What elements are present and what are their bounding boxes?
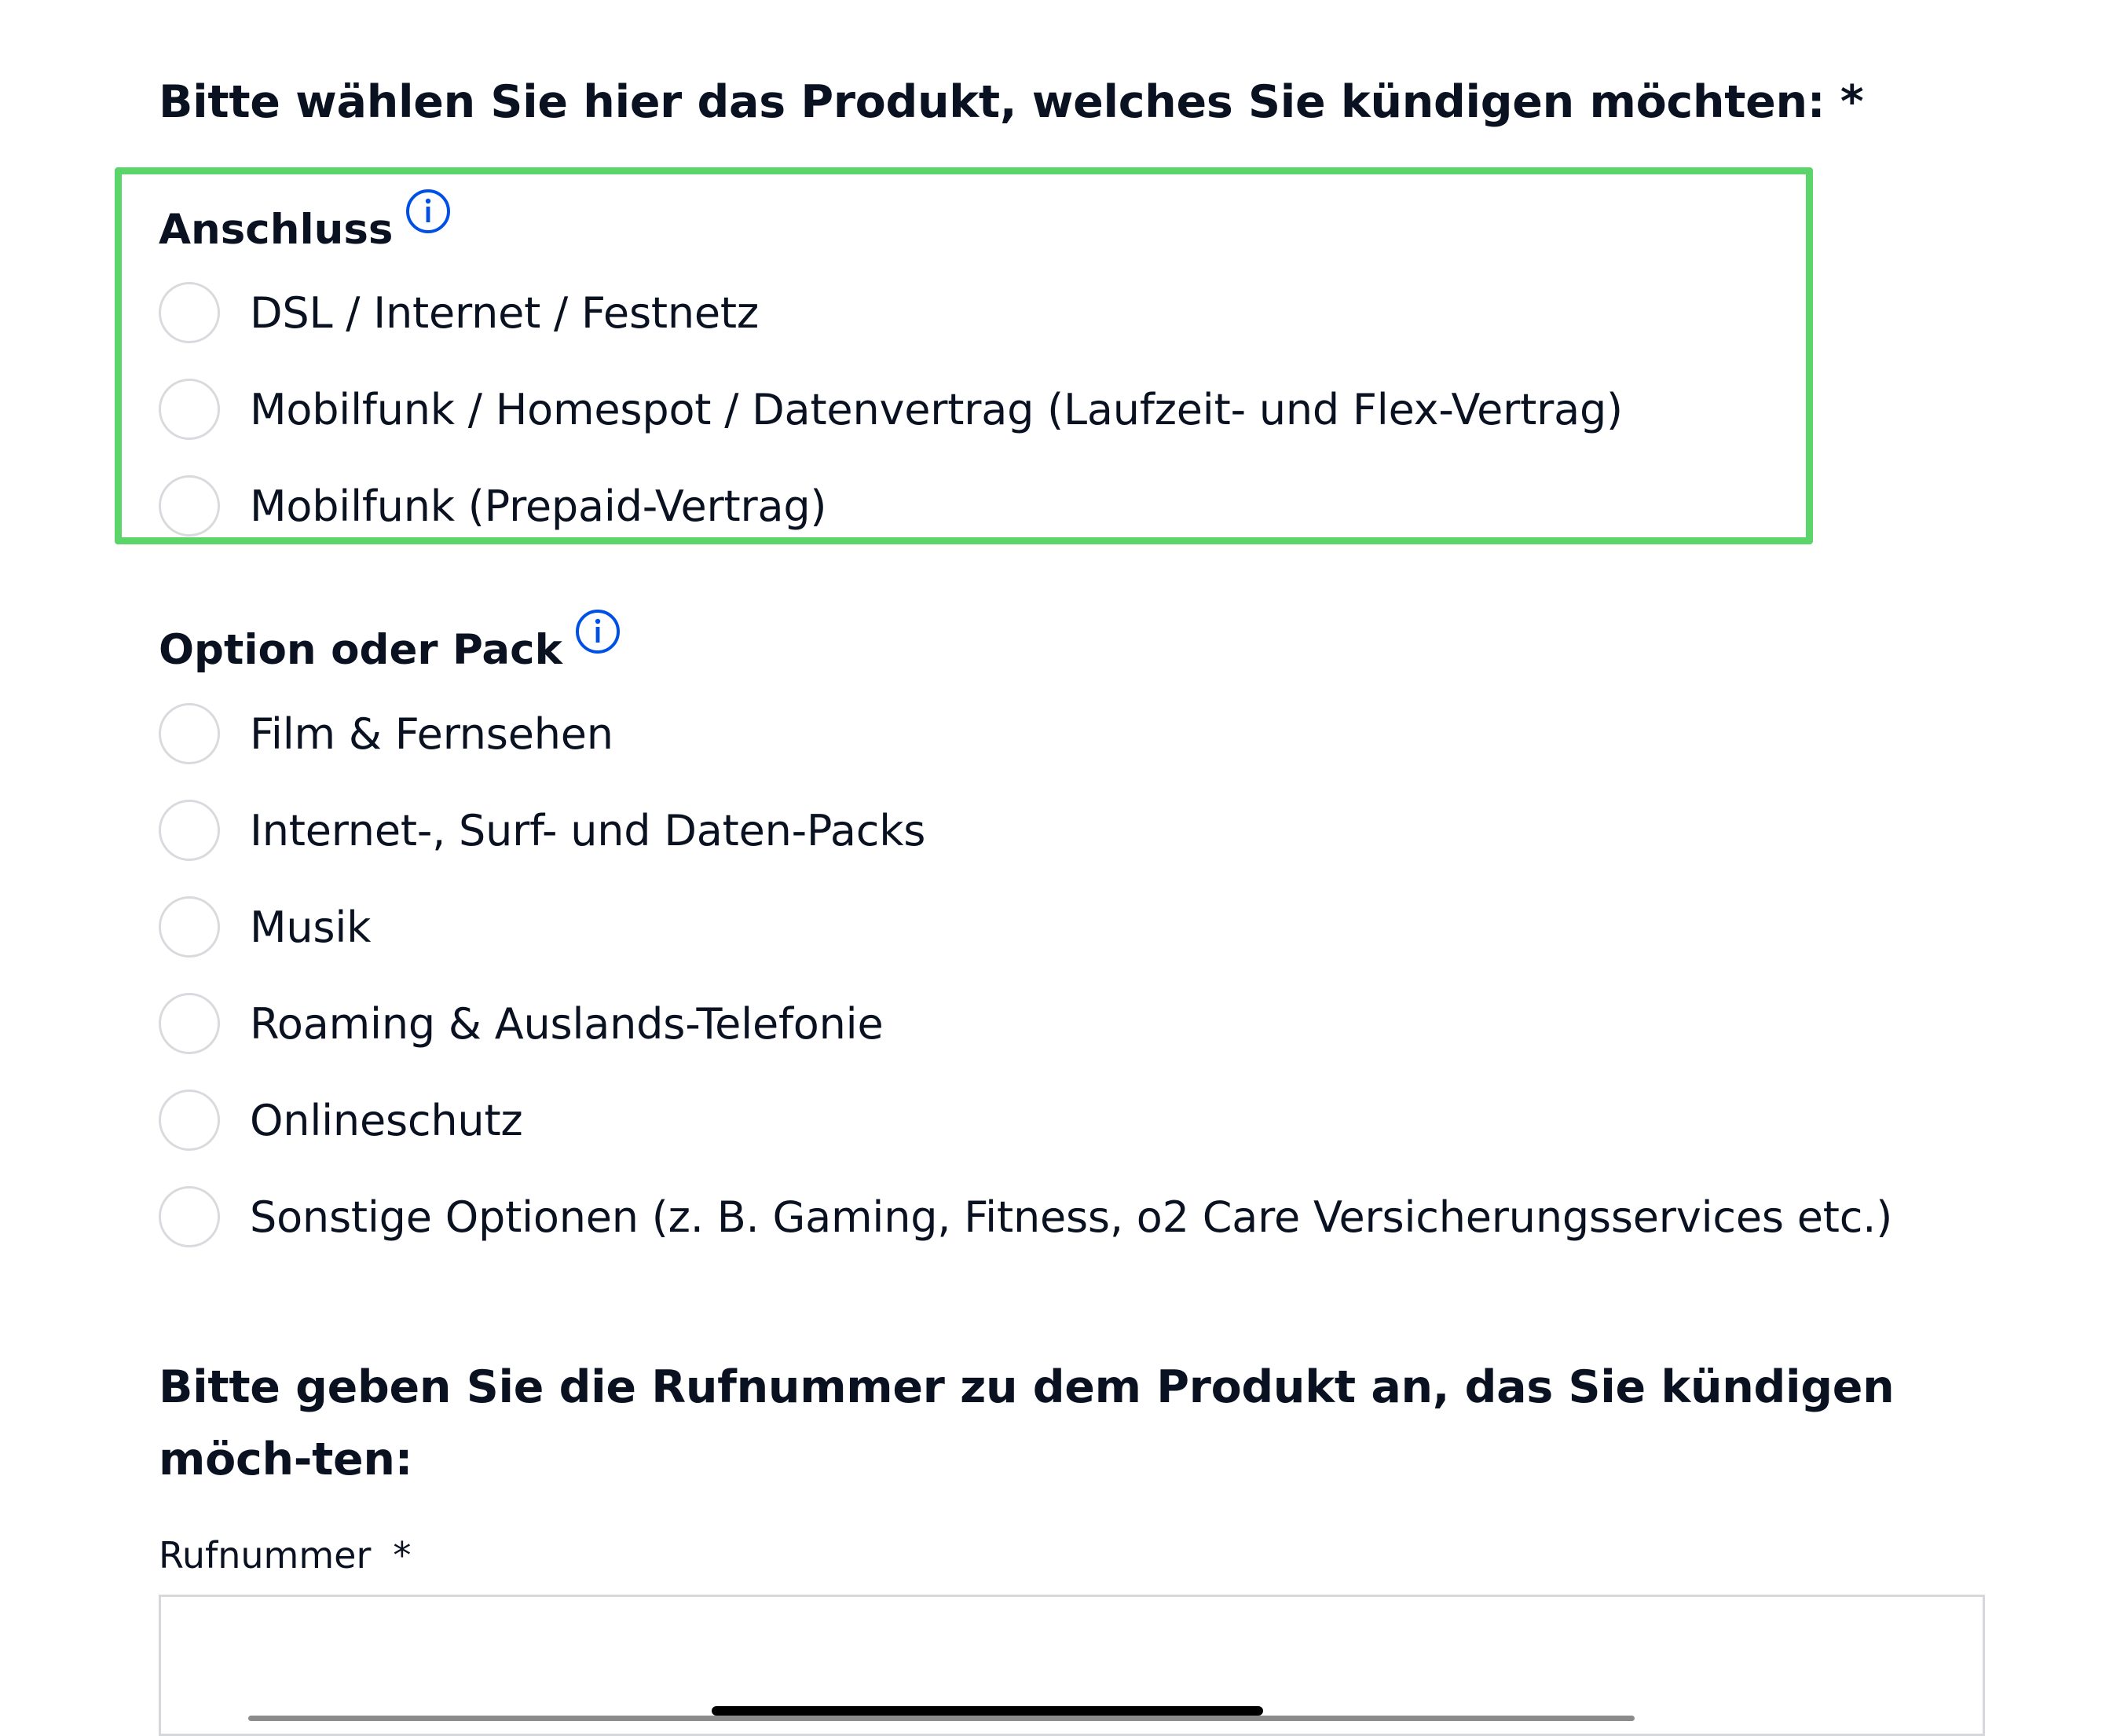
radio-label: Mobilfunk (Prepaid-Vertrag) xyxy=(250,481,827,531)
radio-label: Musik xyxy=(250,902,372,952)
info-circle-icon[interactable] xyxy=(405,189,451,234)
radio-option-mobilfunk-laufzeit-flex[interactable]: Mobilfunk / Homespot / Datenvertrag (Lau… xyxy=(159,374,1623,445)
radio-button[interactable] xyxy=(159,282,220,343)
radio-label: Film & Fernsehen xyxy=(250,709,613,759)
radio-label: Onlineschutz xyxy=(250,1095,523,1145)
radio-label: Sonstige Optionen (z. B. Gaming, Fitness… xyxy=(250,1192,1893,1242)
rufnummer-field-label: Rufnummer * xyxy=(159,1532,411,1579)
radio-label: Roaming & Auslands-Telefonie xyxy=(250,998,884,1049)
radio-button[interactable] xyxy=(159,896,220,958)
phone-question-heading: Bitte geben Sie die Rufnummer zu dem Pro… xyxy=(159,1361,1895,1485)
horizontal-scrollbar[interactable] xyxy=(248,1716,1635,1721)
product-question-heading: Bitte wählen Sie hier das Produkt, welch… xyxy=(159,76,1864,128)
radio-button[interactable] xyxy=(159,800,220,861)
radio-button[interactable] xyxy=(159,703,220,764)
radio-button[interactable] xyxy=(159,993,220,1054)
radio-option-roaming[interactable]: Roaming & Auslands-Telefonie xyxy=(159,988,884,1059)
radio-option-sonstige[interactable]: Sonstige Optionen (z. B. Gaming, Fitness… xyxy=(159,1181,1892,1252)
anschluss-group-title: Anschluss xyxy=(159,182,451,258)
radio-label: Internet-, Surf- und Daten-Packs xyxy=(250,805,926,855)
radio-button[interactable] xyxy=(159,475,220,537)
anschluss-title-label: Anschluss xyxy=(159,206,394,254)
radio-label: Mobilfunk / Homespot / Datenvertrag (Lau… xyxy=(250,384,1623,434)
radio-button[interactable] xyxy=(159,1090,220,1151)
radio-option-mobilfunk-prepaid[interactable]: Mobilfunk (Prepaid-Vertrag) xyxy=(159,471,826,541)
required-marker: * xyxy=(393,1534,412,1577)
cancellation-form: Bitte wählen Sie hier das Produkt, welch… xyxy=(0,0,2113,1736)
radio-button[interactable] xyxy=(159,1186,220,1247)
option-pack-group-title: Option oder Pack xyxy=(159,602,621,678)
radio-option-daten-packs[interactable]: Internet-, Surf- und Daten-Packs xyxy=(159,795,925,866)
radio-option-onlineschutz[interactable]: Onlineschutz xyxy=(159,1085,523,1156)
radio-option-film-fernsehen[interactable]: Film & Fernsehen xyxy=(159,698,613,769)
radio-button[interactable] xyxy=(159,379,220,440)
home-indicator[interactable] xyxy=(712,1706,1263,1716)
radio-option-musik[interactable]: Musik xyxy=(159,892,371,962)
radio-option-dsl-internet-festnetz[interactable]: DSL / Internet / Festnetz xyxy=(159,277,759,348)
rufnummer-label-text: Rufnummer xyxy=(159,1534,372,1577)
radio-label: DSL / Internet / Festnetz xyxy=(250,288,760,338)
option-pack-title-label: Option oder Pack xyxy=(159,626,562,674)
info-circle-icon[interactable] xyxy=(575,609,621,654)
